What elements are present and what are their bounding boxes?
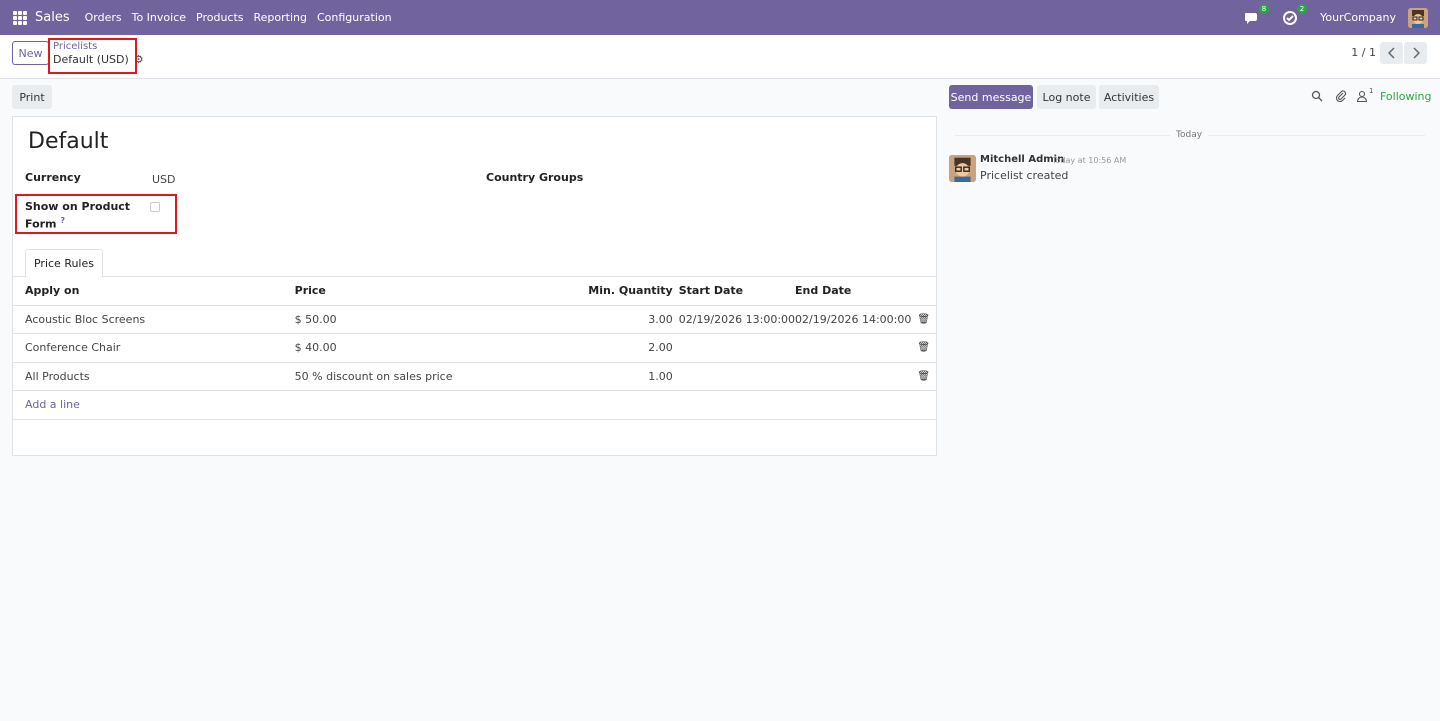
cell-min-quantity[interactable]: 2.00: [501, 333, 679, 363]
cell-start-date[interactable]: [678, 362, 796, 391]
following-button[interactable]: Following: [1380, 90, 1432, 103]
add-a-line-link[interactable]: Add a line: [25, 398, 80, 411]
table-row[interactable]: Acoustic Bloc Screens $ 50.00 3.00 02/19…: [13, 305, 936, 334]
country-groups-label: Country Groups: [486, 171, 584, 184]
message-body: Pricelist created: [980, 169, 1069, 182]
paperclip-icon[interactable]: [1335, 90, 1347, 105]
currency-label: Currency: [25, 171, 81, 184]
table-row[interactable]: All Products 50 % discount on sales pric…: [13, 362, 936, 391]
cell-end-date[interactable]: 02/19/2026 14:00:00: [795, 305, 912, 334]
apps-menu-icon[interactable]: [13, 10, 27, 25]
currency-field[interactable]: USD: [152, 173, 176, 186]
column-end-date[interactable]: End Date: [795, 277, 912, 306]
menu-to-invoice[interactable]: To Invoice: [132, 11, 186, 24]
menu-configuration[interactable]: Configuration: [317, 11, 392, 24]
search-icon[interactable]: [1311, 90, 1323, 105]
cell-start-date[interactable]: [678, 333, 796, 363]
log-note-button[interactable]: Log note: [1037, 85, 1096, 109]
table-header: Apply on Price Min. Quantity Start Date …: [13, 277, 936, 306]
tab-price-rules[interactable]: Price Rules: [25, 249, 103, 278]
date-separator: Today: [1170, 130, 1209, 140]
cell-end-date[interactable]: [795, 362, 912, 391]
column-apply-on[interactable]: Apply on: [13, 277, 283, 306]
cell-end-date[interactable]: [795, 333, 912, 363]
cell-apply-on[interactable]: Conference Chair: [13, 333, 283, 363]
followers-icon[interactable]: [1356, 90, 1368, 105]
message-timestamp: Today at 10:56 AM: [1052, 156, 1127, 165]
chevron-left-icon: [1387, 47, 1395, 59]
cell-apply-on[interactable]: Acoustic Bloc Screens: [13, 305, 283, 334]
author-avatar[interactable]: [949, 155, 976, 182]
column-start-date[interactable]: Start Date: [678, 277, 796, 306]
cell-min-quantity[interactable]: 3.00: [501, 305, 679, 334]
menu-orders[interactable]: Orders: [85, 11, 122, 24]
control-panel: New Pricelists Default (USD) ⚙ 1 / 1: [0, 35, 1440, 79]
cell-price[interactable]: $ 40.00: [282, 333, 502, 363]
trash-icon[interactable]: 🗑: [911, 362, 936, 391]
trash-icon[interactable]: 🗑: [911, 305, 936, 334]
column-price[interactable]: Price: [282, 277, 502, 306]
activities-icon[interactable]: 2: [1282, 3, 1308, 26]
cell-start-date[interactable]: 02/19/2026 13:00:00: [678, 305, 796, 334]
new-button[interactable]: New: [12, 41, 49, 65]
pager-previous-button[interactable]: [1380, 42, 1403, 64]
menu-reporting[interactable]: Reporting: [254, 11, 307, 24]
messages-badge: 8: [1258, 3, 1270, 14]
cell-price[interactable]: $ 50.00: [282, 305, 502, 334]
messages-icon[interactable]: 8: [1244, 3, 1270, 26]
print-button[interactable]: Print: [12, 85, 52, 109]
pager-next-button[interactable]: [1404, 42, 1427, 64]
column-actions: [911, 277, 936, 306]
price-rules-table: Apply on Price Min. Quantity Start Date …: [13, 277, 936, 420]
activities-badge: 2: [1296, 3, 1308, 14]
menu-products[interactable]: Products: [196, 11, 244, 24]
highlight-box-show-on-product: [15, 194, 177, 234]
send-message-button[interactable]: Send message: [949, 85, 1033, 109]
table-row[interactable]: Conference Chair $ 40.00 2.00 🗑: [13, 333, 936, 363]
cell-apply-on[interactable]: All Products: [13, 362, 283, 391]
column-min-quantity[interactable]: Min. Quantity: [501, 277, 679, 306]
cell-price[interactable]: 50 % discount on sales price: [282, 362, 502, 391]
notebook-tabs: Price Rules: [13, 249, 936, 278]
highlight-box-breadcrumb: [48, 38, 137, 74]
company-switcher[interactable]: YourCompany: [1320, 11, 1396, 24]
cell-min-quantity[interactable]: 1.00: [501, 362, 679, 391]
follower-count: 1: [1369, 87, 1374, 95]
pager-value[interactable]: 1 / 1: [1351, 46, 1376, 59]
pricelist-form: Default Currency USD Country Groups Show…: [12, 116, 937, 456]
pricelist-name[interactable]: Default: [28, 129, 108, 154]
top-navbar: Sales Orders To Invoice Products Reporti…: [0, 0, 1440, 35]
user-avatar[interactable]: [1408, 7, 1428, 28]
activities-button[interactable]: Activities: [1099, 85, 1159, 109]
chevron-right-icon: [1412, 47, 1420, 59]
trash-icon[interactable]: 🗑: [911, 333, 936, 363]
add-line-row: Add a line: [13, 390, 936, 420]
app-name[interactable]: Sales: [35, 10, 70, 25]
